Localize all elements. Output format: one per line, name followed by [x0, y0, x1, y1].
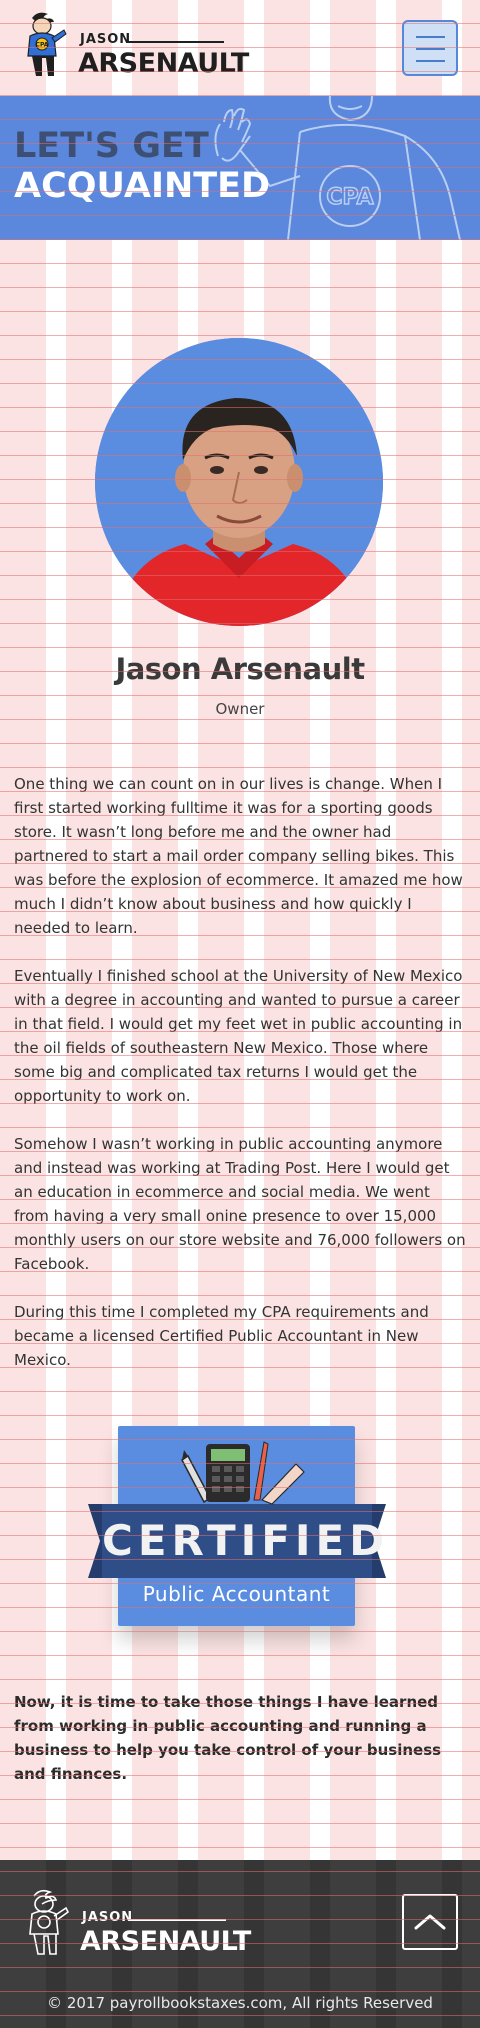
- hero-banner: CPA LET'S GET ACQUAINTED: [0, 96, 480, 240]
- bio-paragraph: Eventually I finished school at the Univ…: [14, 967, 463, 1105]
- logo-first-name: JASON: [80, 32, 132, 47]
- bio-paragraph: During this time I completed my CPA requ…: [14, 1303, 429, 1369]
- profile-name: Jason Arsenault: [115, 652, 365, 686]
- chevron-up-icon: [414, 1914, 446, 1930]
- bio-paragraph: One thing we can count on in our lives i…: [14, 775, 463, 937]
- site-header: CPA JASON ARSENAULT: [0, 0, 480, 96]
- profile-role: Owner: [215, 700, 265, 718]
- site-footer: JASON ARSENAULT © 2017 payrollbookstaxes…: [0, 1860, 480, 2028]
- logo-last-name: ARSENAULT: [78, 48, 249, 79]
- closing-statement: Now, it is time to take those things I h…: [14, 1693, 442, 1783]
- back-to-top-button[interactable]: [402, 1894, 458, 1950]
- mascot-logo-icon: CPA: [27, 12, 67, 76]
- hero-cpa-text: CPA: [326, 185, 373, 210]
- hero-title: LET'S GET ACQUAINTED: [14, 126, 270, 206]
- footer-logo-first-name: JASON: [82, 1910, 134, 1925]
- calculator-tools-icon: [181, 1441, 305, 1505]
- badge-title: CERTIFIED: [102, 1504, 384, 1578]
- profile-photo-image: [95, 338, 383, 626]
- hamburger-icon-bar: [416, 60, 445, 62]
- certified-badge: CERTIFIED Public Accountant: [88, 1420, 386, 1635]
- footer-logo-last-name: ARSENAULT: [80, 1926, 251, 1957]
- footer-logo[interactable]: JASON ARSENAULT: [20, 1888, 251, 1960]
- mascot-logo-icon: [29, 1889, 70, 1955]
- mascot-cpa-text: CPA: [36, 42, 49, 49]
- copyright-text: © 2017 payrollbookstaxes.com, All rights…: [47, 1994, 433, 2012]
- hamburger-icon-bar: [416, 48, 445, 50]
- site-logo[interactable]: CPA JASON ARSENAULT: [18, 10, 249, 82]
- bio-text: One thing we can count on in our lives i…: [14, 772, 466, 1396]
- menu-button[interactable]: [402, 20, 458, 76]
- badge-subtitle: Public Accountant: [142, 1582, 331, 1606]
- bio-paragraph: Somehow I wasn’t working in public accou…: [14, 1135, 466, 1273]
- footer-logo-divider: [130, 1919, 226, 1921]
- hero-title-line1: LET'S GET: [14, 126, 209, 166]
- hero-title-line2: ACQUAINTED: [14, 166, 271, 206]
- hamburger-icon: [416, 36, 445, 38]
- profile-photo: [95, 338, 383, 626]
- logo-divider: [128, 41, 224, 43]
